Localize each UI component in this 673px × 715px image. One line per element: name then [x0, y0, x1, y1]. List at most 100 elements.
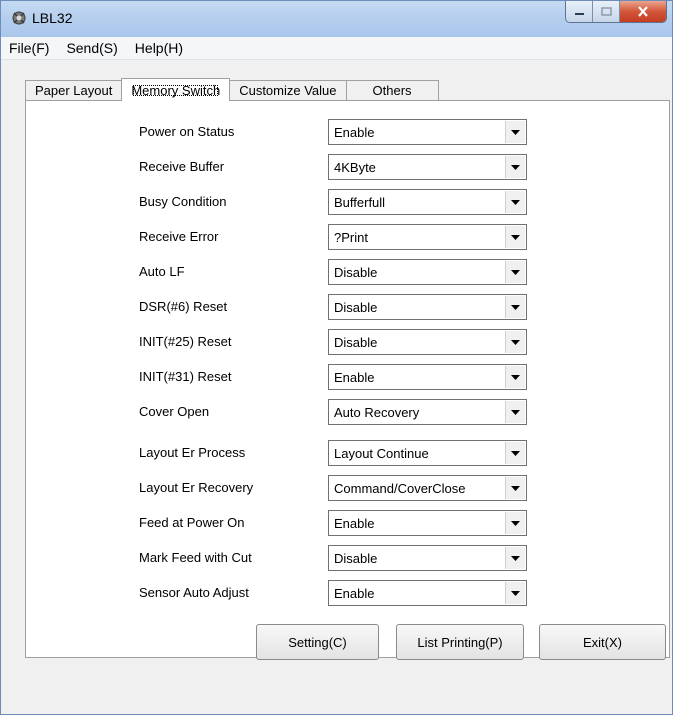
application-window: LBL32 File(F) Send(S) Help(H) Paper Layo… — [0, 0, 673, 715]
setting-dropdown[interactable]: Auto Recovery — [328, 399, 527, 425]
exit-button[interactable]: Exit(X) — [539, 624, 666, 660]
setting-dropdown[interactable]: ?Print — [328, 224, 527, 250]
setting-label: INIT(#31) Reset — [139, 369, 232, 384]
maximize-icon — [600, 7, 612, 16]
tab-paper-layout[interactable]: Paper Layout — [25, 80, 123, 100]
setting-button[interactable]: Setting(C) — [256, 624, 379, 660]
setting-dropdown[interactable]: Disable — [328, 329, 527, 355]
setting-row: DSR(#6) Reset Disable — [26, 294, 669, 324]
setting-label: Feed at Power On — [139, 515, 245, 530]
tab-control: Paper Layout Memory Switch Customize Val… — [1, 60, 672, 714]
setting-dropdown[interactable]: Bufferfull — [328, 189, 527, 215]
setting-label: Layout Er Process — [139, 445, 246, 460]
setting-label: DSR(#6) Reset — [139, 299, 228, 314]
memory-switch-panel: Power on Status Enable Receive Buffer 4K… — [25, 100, 670, 658]
setting-row: Layout Er Recovery Command/CoverClose — [26, 475, 669, 505]
setting-dropdown[interactable]: Enable — [328, 364, 527, 390]
tab-memory-switch[interactable]: Memory Switch — [121, 78, 231, 101]
tab-label: Others — [372, 83, 412, 98]
setting-row: Receive Error ?Print — [26, 224, 669, 254]
chevron-down-icon — [511, 555, 520, 561]
setting-row: Layout Er Process Layout Continue — [26, 440, 669, 470]
dropdown-arrow-button[interactable] — [505, 477, 525, 499]
setting-dropdown[interactable]: Layout Continue — [328, 440, 527, 466]
button-label: List Printing(P) — [417, 634, 503, 650]
dropdown-value: Enable — [334, 516, 375, 531]
menu-file[interactable]: File(F) — [1, 40, 49, 56]
dropdown-arrow-button[interactable] — [505, 547, 525, 569]
setting-label: Layout Er Recovery — [139, 480, 254, 495]
setting-dropdown[interactable]: Disable — [328, 545, 527, 571]
caption-buttons — [565, 1, 667, 23]
dropdown-arrow-button[interactable] — [505, 226, 525, 248]
setting-label: Sensor Auto Adjust — [139, 585, 249, 600]
menu-bar: File(F) Send(S) Help(H) — [1, 37, 672, 60]
button-label: Setting(C) — [288, 634, 347, 650]
chevron-down-icon — [511, 339, 520, 345]
setting-label: Receive Buffer — [139, 159, 225, 174]
chevron-down-icon — [511, 450, 520, 456]
window-title: LBL32 — [32, 10, 73, 26]
dropdown-value: Disable — [334, 335, 378, 350]
chevron-down-icon — [511, 164, 520, 170]
setting-label: INIT(#25) Reset — [139, 334, 232, 349]
setting-row: INIT(#31) Reset Enable — [26, 364, 669, 394]
dropdown-arrow-button[interactable] — [505, 191, 525, 213]
dropdown-arrow-button[interactable] — [505, 296, 525, 318]
button-label: Exit(X) — [583, 634, 622, 650]
chevron-down-icon — [511, 269, 520, 275]
chevron-down-icon — [511, 374, 520, 380]
chevron-down-icon — [511, 199, 520, 205]
setting-row: Busy Condition Bufferfull — [26, 189, 669, 219]
dropdown-value: Command/CoverClose — [334, 481, 466, 496]
dropdown-arrow-button[interactable] — [505, 401, 525, 423]
printer-gear-icon — [12, 11, 26, 25]
setting-dropdown[interactable]: Disable — [328, 259, 527, 285]
setting-dropdown[interactable]: 4KByte — [328, 154, 527, 180]
setting-row: INIT(#25) Reset Disable — [26, 329, 669, 359]
chevron-down-icon — [511, 485, 520, 491]
menu-help[interactable]: Help(H) — [127, 40, 183, 56]
chevron-down-icon — [511, 234, 520, 240]
tab-others[interactable]: Others — [345, 80, 439, 100]
dropdown-value: Disable — [334, 551, 378, 566]
chevron-down-icon — [511, 129, 520, 135]
close-icon — [638, 6, 648, 17]
dropdown-value: Layout Continue — [334, 446, 429, 461]
close-button[interactable] — [620, 1, 666, 22]
setting-dropdown[interactable]: Enable — [328, 580, 527, 606]
dropdown-value: ?Print — [334, 230, 368, 245]
setting-dropdown[interactable]: Enable — [328, 119, 527, 145]
title-bar[interactable]: LBL32 — [1, 1, 672, 37]
dropdown-arrow-button[interactable] — [505, 121, 525, 143]
dropdown-value: Enable — [334, 586, 375, 601]
setting-dropdown[interactable]: Command/CoverClose — [328, 475, 527, 501]
tab-label: Customize Value — [239, 83, 337, 98]
setting-row: Mark Feed with Cut Disable — [26, 545, 669, 575]
list-printing-button[interactable]: List Printing(P) — [396, 624, 524, 660]
dropdown-arrow-button[interactable] — [505, 512, 525, 534]
menu-send[interactable]: Send(S) — [58, 40, 117, 56]
dropdown-value: Bufferfull — [334, 195, 386, 210]
setting-row: Feed at Power On Enable — [26, 510, 669, 540]
setting-dropdown[interactable]: Disable — [328, 294, 527, 320]
tab-strip: Paper Layout Memory Switch Customize Val… — [25, 78, 439, 101]
dropdown-arrow-button[interactable] — [505, 331, 525, 353]
dropdown-arrow-button[interactable] — [505, 366, 525, 388]
dropdown-arrow-button[interactable] — [505, 261, 525, 283]
setting-row: Sensor Auto Adjust Enable — [26, 580, 669, 610]
setting-label: Cover Open — [139, 404, 210, 419]
minimize-button[interactable] — [566, 1, 593, 22]
maximize-button[interactable] — [593, 1, 620, 22]
dropdown-arrow-button[interactable] — [505, 442, 525, 464]
setting-dropdown[interactable]: Enable — [328, 510, 527, 536]
tab-customize-value[interactable]: Customize Value — [229, 80, 347, 100]
tab-label: Memory Switch — [131, 82, 221, 98]
dropdown-arrow-button[interactable] — [505, 582, 525, 604]
chevron-down-icon — [511, 520, 520, 526]
dropdown-arrow-button[interactable] — [505, 156, 525, 178]
setting-row: Power on Status Enable — [26, 119, 669, 149]
setting-row: Receive Buffer 4KByte — [26, 154, 669, 184]
tab-label: Paper Layout — [35, 83, 113, 98]
setting-label: Power on Status — [139, 124, 235, 139]
